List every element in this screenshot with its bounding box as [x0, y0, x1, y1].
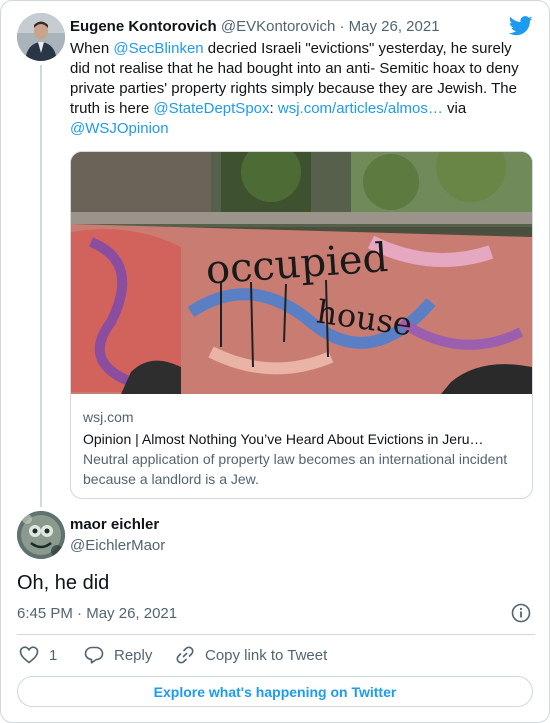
link-card-domain[interactable]: wsj.com — [83, 409, 134, 425]
tweet-text-segment: : — [269, 100, 278, 117]
eugene-kontorovich-avatar[interactable] — [17, 13, 65, 61]
action-divider — [17, 634, 535, 635]
tweet-link[interactable]: @StateDeptSpox — [153, 100, 269, 117]
maor-eichler-avatar[interactable] — [17, 511, 65, 559]
reply-date[interactable]: May 26, 2021 — [86, 605, 177, 622]
link-chain-icon — [176, 646, 194, 664]
link-card-description[interactable]: Neutral application of property law beco… — [83, 449, 513, 489]
tweet-link[interactable]: @WSJOpinion — [70, 120, 169, 137]
reply-bubble-icon — [84, 646, 104, 664]
header-separator: · — [339, 18, 345, 35]
reply-body: Oh, he did — [17, 572, 110, 594]
like-button[interactable]: 1 — [19, 644, 57, 666]
reply-timestamp[interactable]: 6:45 PM · May 26, 2021 — [17, 605, 177, 622]
tweet-text-segment: When — [70, 40, 114, 57]
graffiti-wall-photo[interactable]: occupied house — [71, 152, 532, 394]
author-name[interactable]: Eugene Kontorovich — [70, 18, 217, 35]
thread-connector-line — [40, 65, 42, 507]
tweet-header: Eugene Kontorovich @EVKontorovich · May … — [70, 17, 440, 36]
tweet-text-segment: via — [442, 100, 467, 117]
reply-author-name[interactable]: maor eichler — [70, 516, 159, 533]
reply-button[interactable]: Reply — [84, 644, 152, 666]
tweet-link[interactable]: @SecBlinken — [113, 40, 203, 57]
embedded-tweet-card: Eugene Kontorovich @EVKontorovich · May … — [0, 0, 550, 723]
link-preview-card[interactable]: occupied house wsj.com Opinion | Almost … — [70, 151, 533, 499]
info-icon[interactable] — [511, 603, 531, 623]
copy-link-label: Copy link to Tweet — [205, 646, 328, 664]
explore-twitter-button[interactable]: Explore what's happening on Twitter — [17, 676, 533, 707]
twitter-bird-icon[interactable] — [509, 16, 533, 36]
copy-link-button[interactable]: Copy link to Tweet — [175, 644, 327, 666]
tweet-date[interactable]: May 26, 2021 — [349, 18, 440, 35]
link-card-title[interactable]: Opinion | Almost Nothing You’ve Heard Ab… — [83, 429, 521, 449]
author-handle[interactable]: @EVKontorovich — [221, 18, 335, 35]
heart-icon — [19, 646, 39, 664]
tweet-body: When @SecBlinken decried Israeli "evicti… — [70, 39, 530, 139]
reply-time[interactable]: 6:45 PM — [17, 605, 73, 622]
timestamp-separator: · — [77, 605, 83, 622]
reply-label: Reply — [114, 646, 153, 664]
reply-author-handle[interactable]: @EichlerMaor — [70, 537, 165, 554]
like-count: 1 — [49, 646, 58, 664]
tweet-link[interactable]: wsj.com/articles/almos… — [278, 100, 443, 117]
